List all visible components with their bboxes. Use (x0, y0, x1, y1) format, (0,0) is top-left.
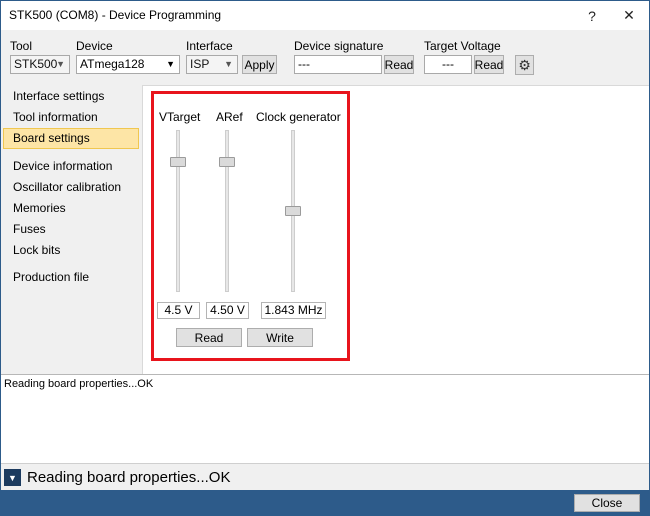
aref-slider-thumb[interactable] (219, 157, 235, 168)
device-select[interactable]: ATmega128 ▼ (76, 55, 180, 74)
device-select-value: ATmega128 (80, 57, 145, 71)
sidebar: Interface settings Tool information Boar… (1, 85, 142, 374)
device-signature-field[interactable]: --- (294, 55, 382, 74)
interface-label: Interface (186, 39, 233, 53)
vtarget-value-field[interactable]: 4.5 V (157, 302, 200, 319)
sidebar-item-tool-information[interactable]: Tool information (3, 107, 139, 128)
clock-value-field[interactable]: 1.843 MHz (261, 302, 326, 319)
board-write-button[interactable]: Write (247, 328, 313, 347)
status-text: Reading board properties...OK (27, 469, 231, 486)
chevron-down-icon: ▼ (8, 472, 17, 483)
device-signature-label: Device signature (294, 39, 384, 53)
log-line: Reading board properties...OK (4, 378, 154, 390)
clock-generator-label: Clock generator (256, 110, 341, 124)
sidebar-item-board-settings[interactable]: Board settings (3, 128, 139, 149)
sidebar-item-production-file[interactable]: Production file (3, 267, 139, 288)
target-voltage-field[interactable]: --- (424, 55, 472, 74)
help-button[interactable]: ? (572, 1, 612, 30)
board-read-button[interactable]: Read (176, 328, 242, 347)
interface-select[interactable]: ISP ▼ (186, 55, 238, 74)
window-title: STK500 (COM8) - Device Programming (9, 8, 222, 22)
sidebar-item-device-information[interactable]: Device information (3, 156, 139, 177)
read-voltage-button[interactable]: Read (474, 55, 504, 74)
read-signature-button[interactable]: Read (384, 55, 414, 74)
aref-label: ARef (216, 110, 243, 124)
sidebar-item-memories[interactable]: Memories (3, 198, 139, 219)
interface-select-value: ISP (190, 57, 210, 71)
device-programming-window: STK500 (COM8) - Device Programming ? ✕ T… (0, 0, 650, 516)
vtarget-label: VTarget (159, 110, 201, 124)
gear-icon: ⚙ (518, 56, 531, 73)
device-label: Device (76, 39, 113, 53)
close-button[interactable]: Close (574, 494, 640, 512)
sidebar-item-lock-bits[interactable]: Lock bits (3, 240, 139, 261)
status-bar: ▼ Reading board properties...OK (1, 463, 649, 490)
chevron-down-icon: ▼ (56, 59, 65, 69)
expand-log-button[interactable]: ▼ (4, 469, 21, 486)
settings-gear-button[interactable]: ⚙ (515, 55, 534, 75)
tool-select[interactable]: STK500 ▼ (10, 55, 70, 74)
tool-select-value: STK500 (14, 57, 58, 71)
target-voltage-label: Target Voltage (424, 39, 501, 53)
main-content: Interface settings Tool information Boar… (1, 85, 649, 374)
vtarget-slider-thumb[interactable] (170, 157, 186, 168)
chevron-down-icon: ▼ (224, 59, 233, 69)
sidebar-item-fuses[interactable]: Fuses (3, 219, 139, 240)
board-settings-panel: VTarget ARef Clock generator 4.5 V 4.50 … (142, 85, 649, 374)
aref-value-field[interactable]: 4.50 V (206, 302, 249, 319)
tool-label: Tool (10, 39, 33, 53)
vtarget-slider-track[interactable] (176, 130, 180, 292)
sidebar-item-interface-settings[interactable]: Interface settings (3, 86, 139, 107)
footer-bar: Close (1, 490, 649, 515)
sidebar-item-oscillator-calibration[interactable]: Oscillator calibration (3, 177, 139, 198)
toolbar: Tool STK500 ▼ Device ATmega128 ▼ Interfa… (1, 30, 649, 85)
highlight-box: VTarget ARef Clock generator 4.5 V 4.50 … (151, 91, 350, 361)
apply-button[interactable]: Apply (242, 55, 277, 74)
title-bar: STK500 (COM8) - Device Programming ? ✕ (1, 1, 649, 30)
output-log[interactable]: Reading board properties...OK (1, 374, 649, 463)
clock-slider-thumb[interactable] (285, 206, 301, 216)
chevron-down-icon: ▼ (166, 59, 175, 69)
close-window-button[interactable]: ✕ (609, 1, 649, 30)
aref-slider-track[interactable] (225, 130, 229, 292)
